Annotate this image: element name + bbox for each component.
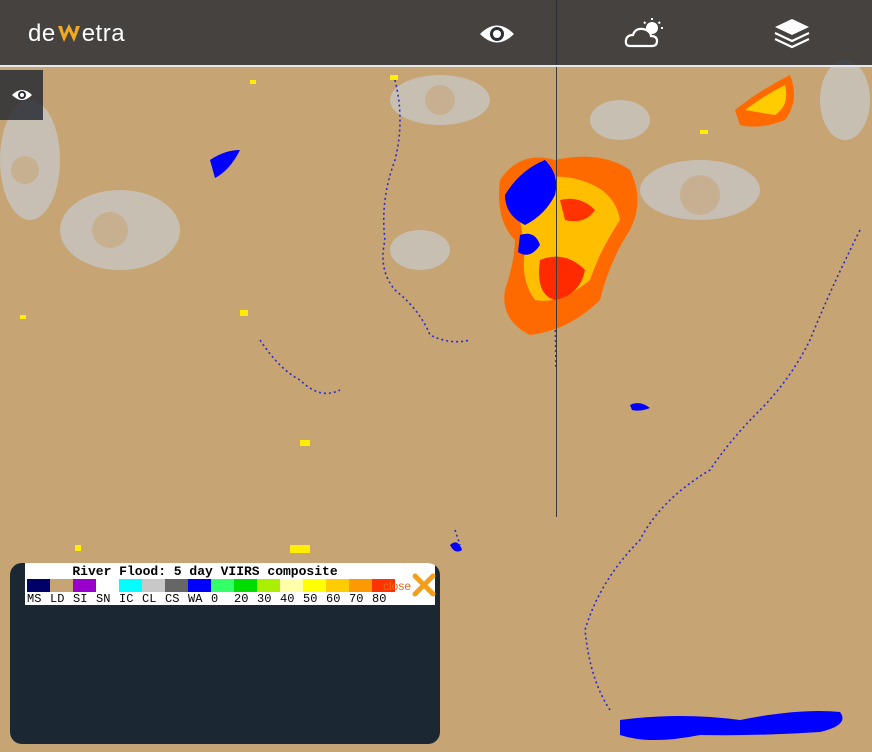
- legend-label-20: 20: [234, 592, 249, 606]
- legend-swatch-ic: [119, 579, 142, 592]
- legend-swatch-sn: [96, 579, 119, 592]
- legend-title: River Flood: 5 day VIIRS composite: [72, 564, 338, 579]
- legend-label-sn: SN: [96, 592, 111, 606]
- legend-swatch-60: [326, 579, 349, 592]
- legend-swatch-30: [257, 579, 280, 592]
- legend-swatch-cs: [165, 579, 188, 592]
- legend-swatch-si: [73, 579, 96, 592]
- side-eye-icon[interactable]: [0, 70, 43, 120]
- legend-close-label[interactable]: close: [383, 579, 411, 593]
- legend-label-cs: CS: [165, 592, 180, 606]
- eye-icon[interactable]: [477, 14, 517, 54]
- legend-label-ic: IC: [119, 592, 134, 606]
- legend-panel: River Flood: 5 day VIIRS composite MS LD S…: [10, 563, 440, 744]
- legend-label-80: 80: [372, 592, 387, 606]
- dewetra-logo: de etra: [28, 20, 126, 47]
- legend-label-70: 70: [349, 592, 364, 606]
- legend-swatch-50: [303, 579, 326, 592]
- legend-label-si: SI: [73, 592, 88, 606]
- legend-label-wa: WA: [188, 592, 203, 606]
- legend-label-cl: CL: [142, 592, 157, 606]
- legend-swatch-0: [211, 579, 234, 592]
- legend-swatch-ms: [27, 579, 50, 592]
- legend-label-30: 30: [257, 592, 272, 606]
- legend-label-ms: MS: [27, 592, 42, 606]
- logo-w-mark: [57, 24, 80, 42]
- legend-swatch-70: [349, 579, 372, 592]
- legend-labels: MS LD SI SN IC CL CS WA 0 20 30 40 50 60 70 80: [27, 592, 395, 606]
- legend-label-0: 0: [211, 592, 219, 606]
- legend-swatch-40: [280, 579, 303, 592]
- legend-swatch-cl: [142, 579, 165, 592]
- legend-swatch-wa: [188, 579, 211, 592]
- top-bar: de etra: [0, 0, 872, 67]
- legend-card: River Flood: 5 day VIIRS composite MS LD S…: [25, 563, 437, 606]
- legend-label-ld: LD: [50, 592, 65, 606]
- layers-icon[interactable]: [772, 14, 812, 54]
- cloud-sun-icon[interactable]: [624, 14, 664, 54]
- map-divider: [556, 0, 557, 517]
- legend-swatches: [27, 579, 395, 592]
- legend-label-50: 50: [303, 592, 318, 606]
- legend-label-60: 60: [326, 592, 341, 606]
- close-x-icon[interactable]: [411, 572, 437, 598]
- legend-swatch-20: [234, 579, 257, 592]
- legend-label-40: 40: [280, 592, 295, 606]
- legend-swatch-ld: [50, 579, 73, 592]
